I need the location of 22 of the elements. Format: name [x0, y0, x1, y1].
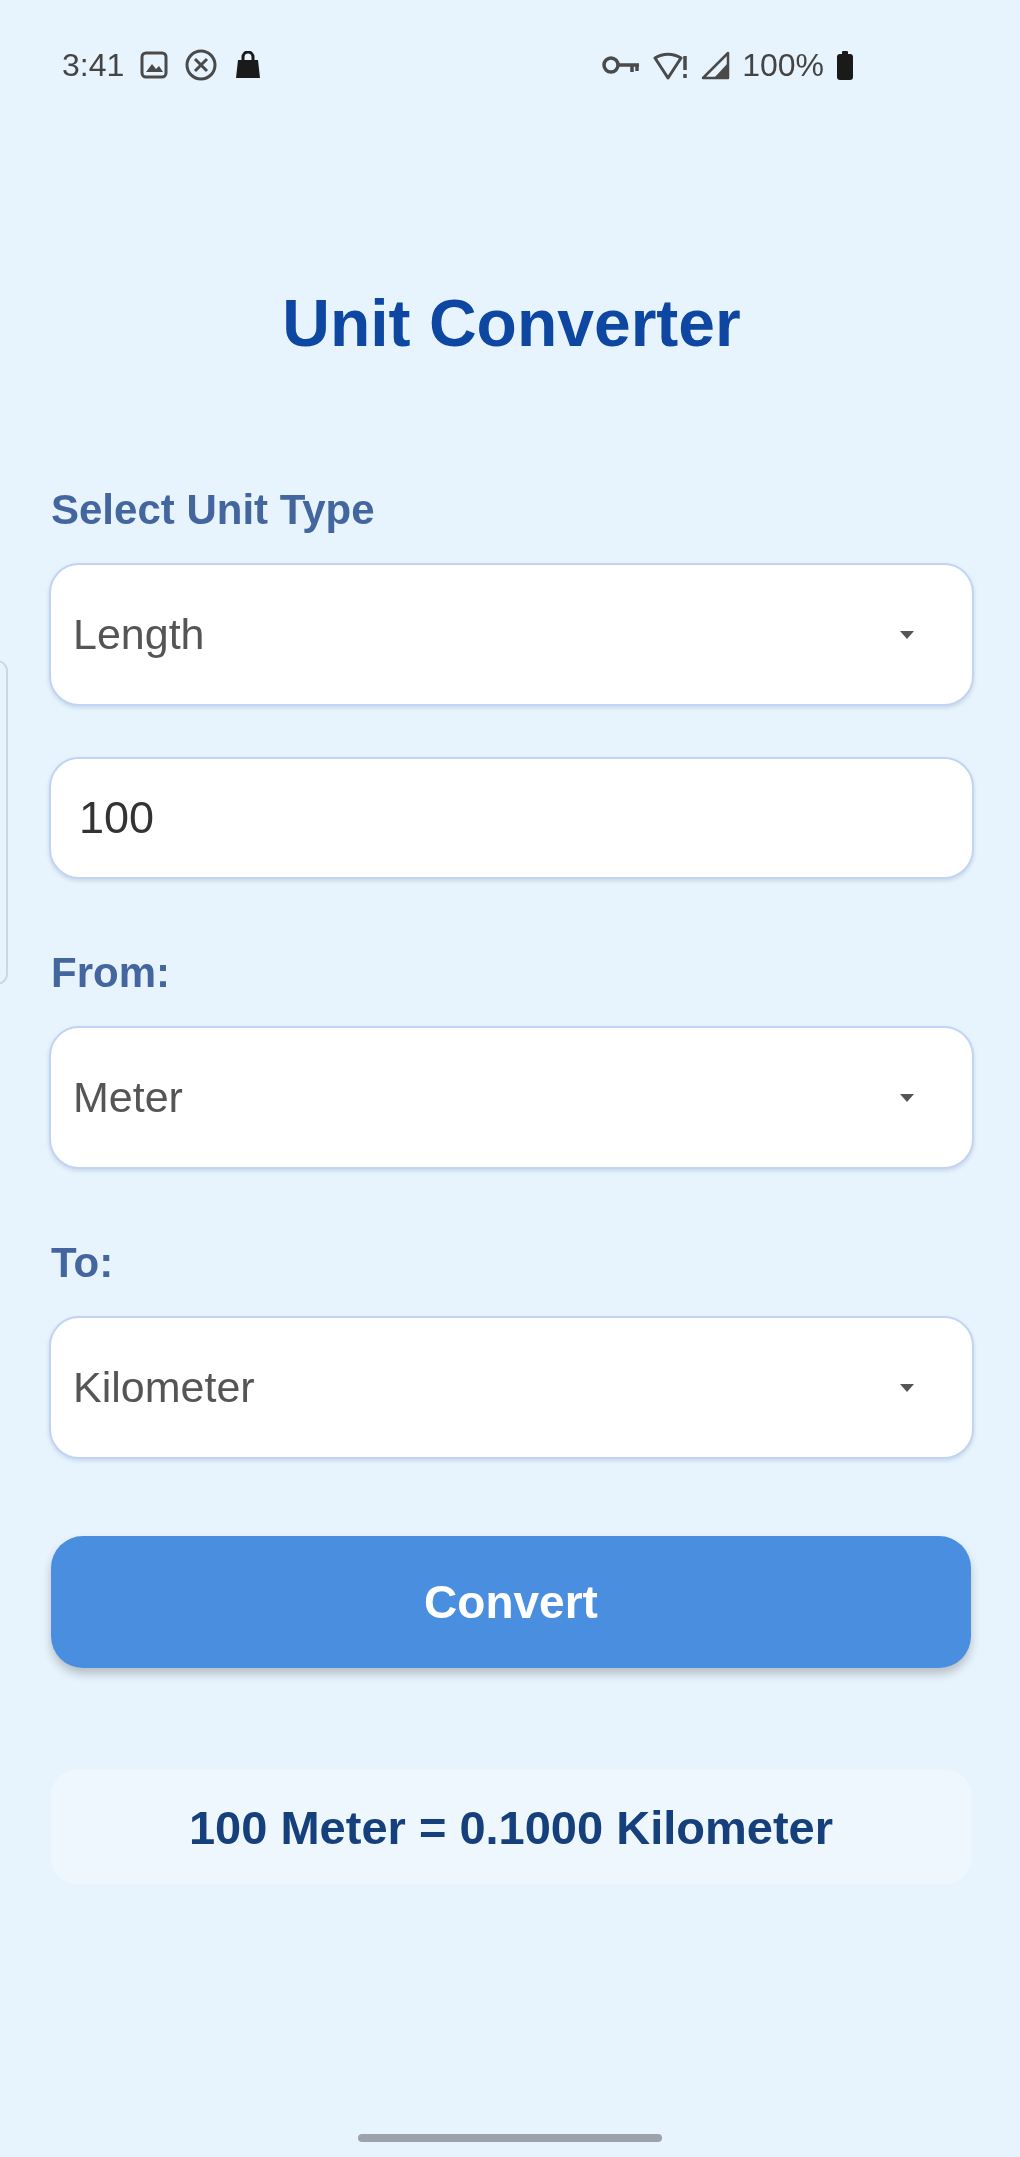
dropdown[interactable]: Meter	[49, 1026, 974, 1169]
caret-icon	[900, 630, 914, 639]
field-label: From:	[51, 948, 170, 998]
status-time: 3:41	[62, 46, 125, 84]
image-icon	[140, 51, 169, 79]
result-text: 100 Meter = 0.1000 Kilometer	[189, 1799, 833, 1855]
signal-icon	[701, 50, 731, 80]
app-title: Unit Converter	[281, 285, 742, 362]
battery-icon	[836, 50, 854, 80]
home-indicator[interactable]	[358, 2134, 662, 2142]
key-icon	[602, 54, 642, 76]
field-label: Select Unit Type	[51, 485, 375, 535]
field-label: To:	[51, 1238, 114, 1288]
caret-icon	[900, 1383, 914, 1392]
caret-icon	[900, 1093, 914, 1102]
battery-percent: 100%	[742, 46, 824, 84]
dropdown[interactable]: Length	[49, 563, 974, 706]
wifi-icon	[653, 50, 690, 80]
circle-icon	[184, 48, 219, 82]
number-input[interactable]: 100	[49, 757, 974, 879]
dropdown[interactable]: Kilometer	[49, 1316, 974, 1459]
bag-icon	[234, 51, 263, 79]
